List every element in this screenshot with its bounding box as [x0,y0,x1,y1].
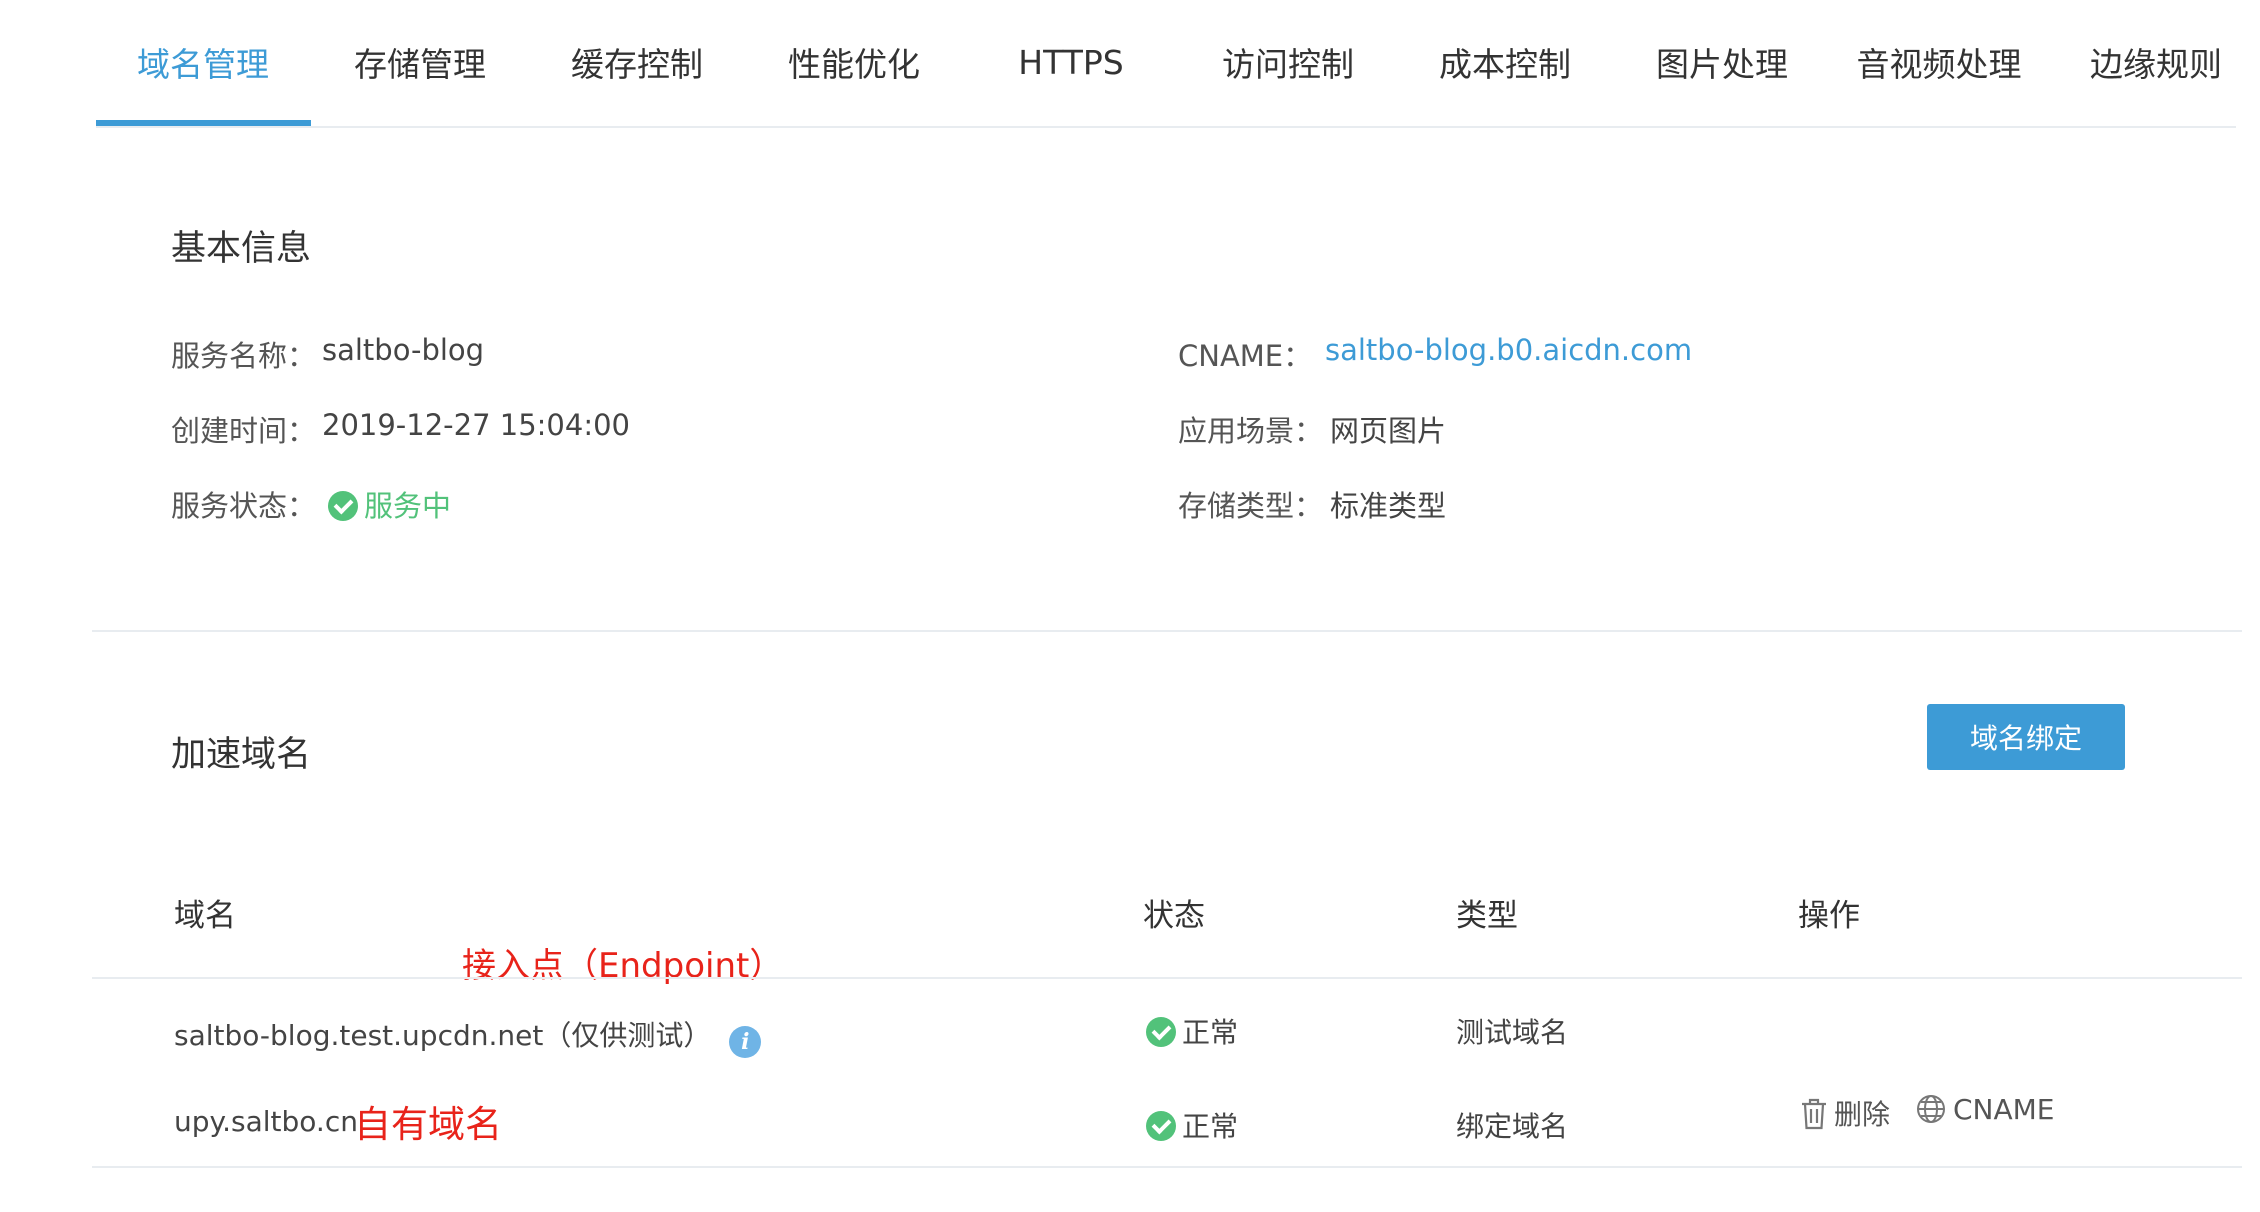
delete-label: 删除 [1834,1098,1891,1131]
cname-button[interactable]: CNAME [1915,1093,2055,1126]
domains-title: 加速域名 [171,735,312,775]
service-status-value: 服务中 [328,483,451,525]
service-status-label: 服务状态： [171,489,317,523]
domain-name: saltbo-blog.test.upcdn.net（仅供测试） [174,1019,712,1052]
trash-icon [1802,1098,1826,1130]
tab-av-processing[interactable]: 音视频处理 [1832,0,2046,124]
tab-https[interactable]: HTTPS [964,0,1178,124]
row-type: 测试域名 [1456,1016,1569,1049]
domain-name: upy.saltbo.cn [174,1105,358,1138]
storage-type-label: 存储类型： [1178,489,1324,523]
info-icon[interactable]: i [729,1026,762,1058]
check-circle-icon [328,491,358,521]
tab-domain-management[interactable]: 域名管理 [96,0,310,124]
row-type: 绑定域名 [1456,1110,1569,1143]
service-name-value: saltbo-blog [322,333,485,367]
created-time-label: 创建时间： [171,414,317,448]
cname-link[interactable]: saltbo-blog.b0.aicdn.com [1325,333,1692,367]
active-tab-indicator [96,120,311,126]
tab-edge-rules[interactable]: 边缘规则 [2049,0,2260,124]
globe-icon [1917,1095,1945,1123]
row-status-text: 正常 [1182,1110,1239,1143]
check-circle-icon [1146,1111,1176,1141]
endpoint-annotation: 接入点（Endpoint） [462,946,784,986]
scene-value: 网页图片 [1330,414,1447,448]
tab-performance[interactable]: 性能优化 [747,0,961,124]
created-time-value: 2019-12-27 15:04:00 [322,408,630,442]
tab-cost-control[interactable]: 成本控制 [1398,0,1612,124]
own-domain-annotation: 自有域名 [354,1103,502,1146]
col-header-status: 状态 [1143,898,1205,934]
col-header-type: 类型 [1456,898,1518,934]
tab-image-processing[interactable]: 图片处理 [1615,0,1829,124]
col-header-action: 操作 [1798,898,1860,934]
cname-label: CNAME： [1178,339,1313,373]
bind-domain-button[interactable]: 域名绑定 [1927,704,2125,770]
cname-label: CNAME [1953,1093,2055,1126]
table-header-divider [92,977,2242,979]
tab-cache-control[interactable]: 缓存控制 [530,0,744,124]
check-circle-icon [1146,1017,1176,1047]
tab-storage-management[interactable]: 存储管理 [313,0,527,124]
table-bottom-divider [92,1166,2242,1168]
scene-label: 应用场景： [1178,414,1324,448]
service-status-text: 服务中 [364,489,452,523]
tab-access-control[interactable]: 访问控制 [1181,0,1395,124]
delete-button[interactable]: 删除 [1800,1093,1890,1133]
basic-info-title: 基本信息 [171,229,312,269]
col-header-domain: 域名 [174,898,236,934]
storage-type-value: 标准类型 [1330,489,1447,523]
row-status: 正常 [1146,1011,1238,1051]
top-tab-bar: 域名管理 存储管理 缓存控制 性能优化 HTTPS 访问控制 成本控制 图片处理… [96,0,2236,128]
row-status: 正常 [1146,1105,1238,1145]
row-status-text: 正常 [1182,1016,1239,1049]
table-row: saltbo-blog.test.upcdn.net（仅供测试） i [174,1014,762,1058]
service-name-label: 服务名称： [171,339,317,373]
section-divider [92,630,2242,632]
